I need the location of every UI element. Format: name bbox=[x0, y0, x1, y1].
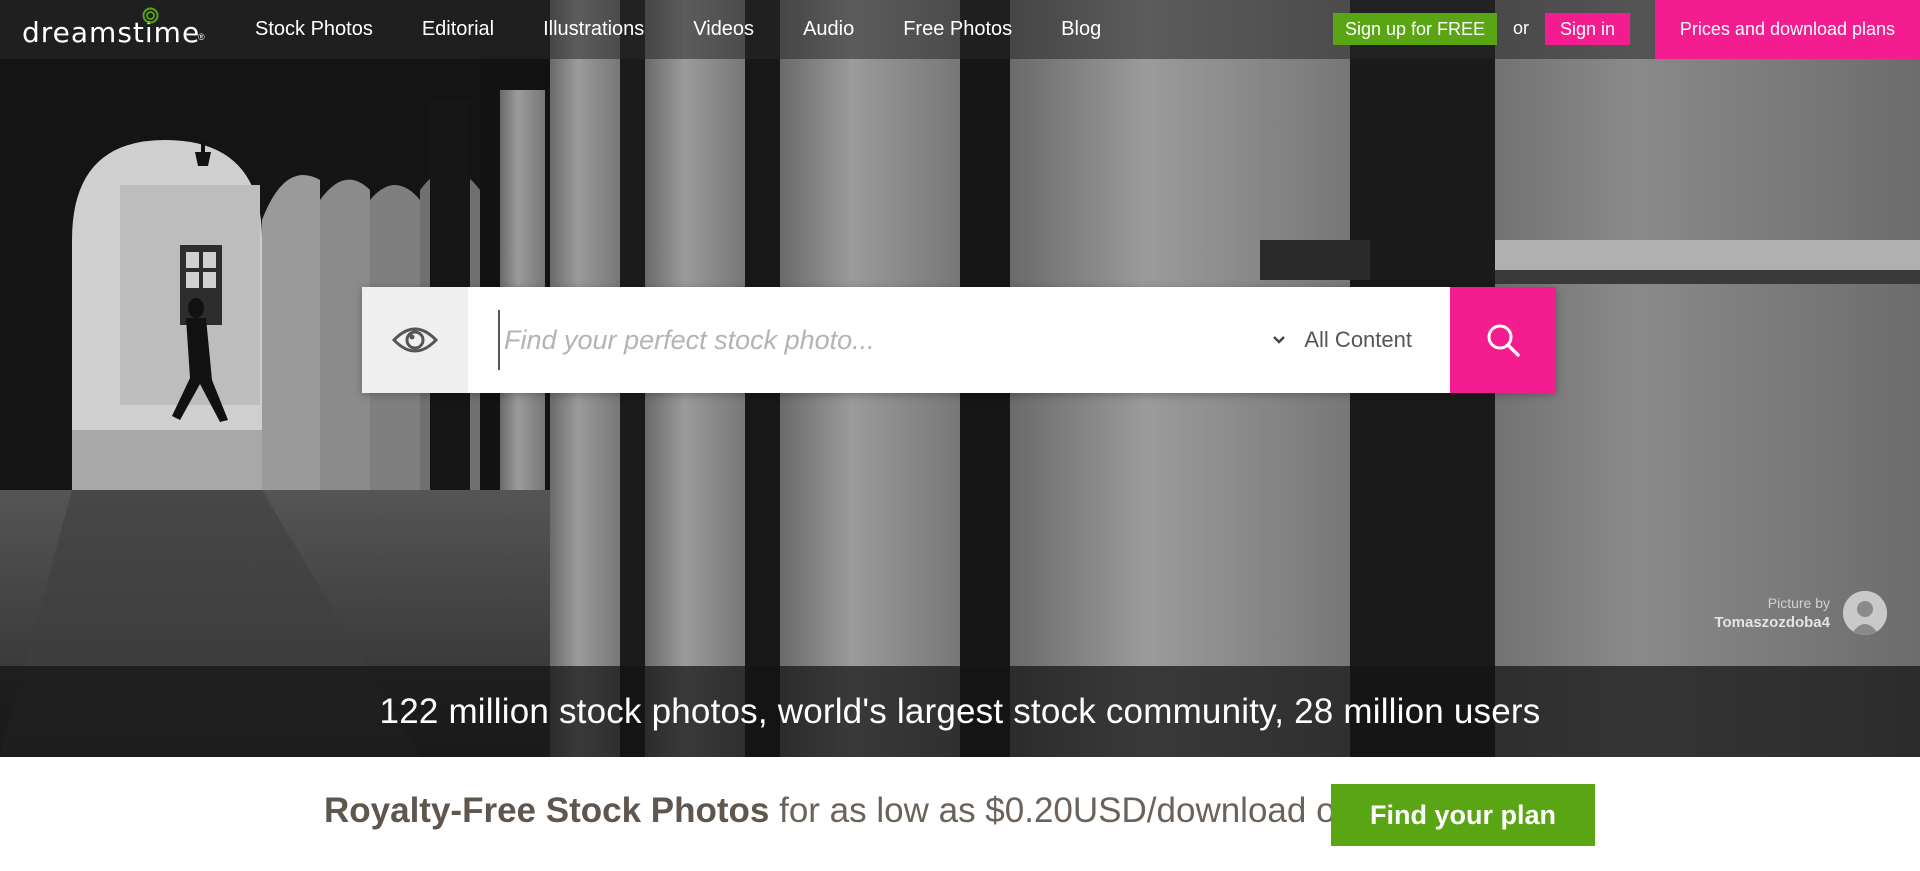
photo-credit: Picture by Tomaszozdoba4 bbox=[1714, 595, 1830, 631]
chevron-down-icon bbox=[1272, 335, 1286, 345]
stats-text: 122 million stock photos, world's larges… bbox=[379, 691, 1541, 731]
registered-mark: ® bbox=[198, 32, 205, 42]
nav-videos[interactable]: Videos bbox=[693, 18, 754, 41]
credit-author-link[interactable]: Tomaszozdoba4 bbox=[1714, 614, 1830, 631]
nav-illustrations[interactable]: Illustrations bbox=[543, 18, 644, 41]
nav-editorial[interactable]: Editorial bbox=[422, 18, 494, 41]
search-input[interactable] bbox=[498, 310, 1238, 370]
credit-label: Picture by bbox=[1767, 595, 1830, 611]
stats-banner: 122 million stock photos, world's larges… bbox=[0, 666, 1920, 757]
search-submit-button[interactable] bbox=[1450, 287, 1556, 393]
promo-bold-text: Royalty-Free Stock Photos bbox=[324, 791, 770, 830]
promo-headline: Royalty-Free Stock Photos for as low as … bbox=[324, 791, 1417, 831]
main-nav: Stock Photos Editorial Illustrations Vid… bbox=[255, 0, 1150, 59]
search-bar: All Content bbox=[362, 287, 1556, 393]
search-field-wrapper: All Content bbox=[468, 287, 1450, 393]
search-icon bbox=[1487, 324, 1520, 357]
promo-section: Royalty-Free Stock Photos for as low as … bbox=[0, 757, 1920, 871]
logo-wordmark: dreamstime bbox=[22, 16, 201, 49]
dreamstime-logo[interactable]: dreamstime ® bbox=[22, 7, 207, 49]
content-type-dropdown[interactable]: All Content bbox=[1272, 287, 1412, 393]
nav-blog[interactable]: Blog bbox=[1061, 18, 1101, 41]
find-plan-button[interactable]: Find your plan bbox=[1331, 784, 1595, 846]
author-avatar[interactable] bbox=[1843, 591, 1887, 635]
logo-swirl-icon bbox=[142, 7, 159, 24]
nav-free-photos[interactable]: Free Photos bbox=[903, 18, 1012, 41]
signin-button[interactable]: Sign in bbox=[1545, 13, 1630, 45]
nav-stock-photos[interactable]: Stock Photos bbox=[255, 18, 373, 41]
or-separator: or bbox=[1513, 18, 1530, 38]
visual-search-button[interactable] bbox=[362, 287, 468, 393]
hero-section: dreamstime ® Stock Photos Editorial Illu… bbox=[0, 0, 1920, 757]
content-type-value: All Content bbox=[1304, 327, 1412, 352]
prices-plans-button[interactable]: Prices and download plans bbox=[1655, 0, 1920, 59]
signup-button[interactable]: Sign up for FREE bbox=[1333, 13, 1497, 45]
nav-audio[interactable]: Audio bbox=[803, 18, 854, 41]
eye-icon bbox=[392, 327, 438, 353]
top-navigation-bar: dreamstime ® Stock Photos Editorial Illu… bbox=[0, 0, 1920, 59]
promo-rest-text: for as low as $0.20USD/download or free bbox=[769, 791, 1418, 830]
